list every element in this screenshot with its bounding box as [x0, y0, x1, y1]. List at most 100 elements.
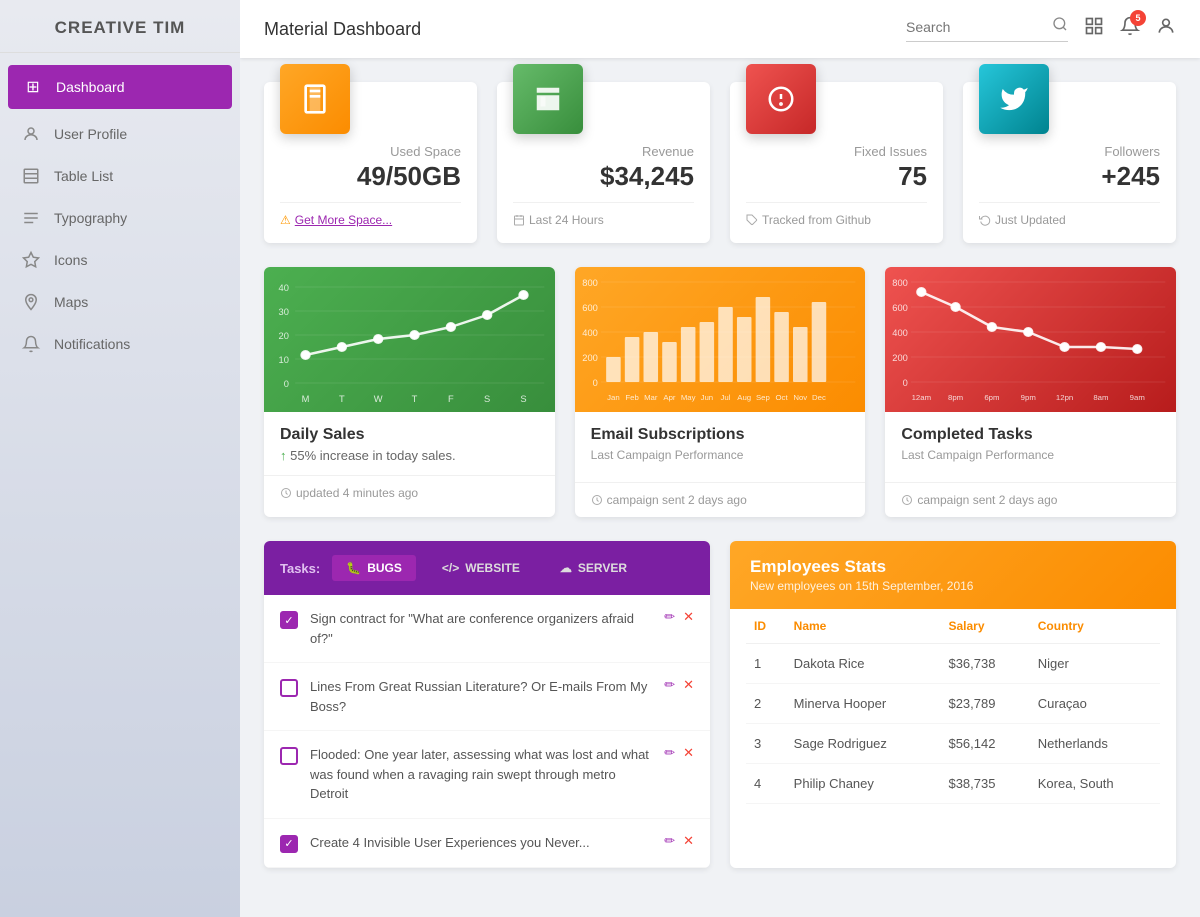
col-id: ID: [746, 609, 786, 644]
svg-text:S: S: [484, 394, 490, 404]
search-icon[interactable]: [1052, 16, 1068, 37]
task-actions-4: ✏ ✕: [664, 833, 694, 849]
user-avatar-icon[interactable]: [1156, 16, 1176, 42]
revenue-value: $34,245: [513, 161, 694, 192]
sidebar-item-maps[interactable]: Maps: [0, 281, 240, 323]
task-item: Sign contract for "What are conference o…: [264, 595, 710, 663]
task-delete-4[interactable]: ✕: [683, 833, 694, 849]
svg-text:T: T: [339, 394, 345, 404]
map-pin-icon: [20, 293, 42, 311]
employees-table: ID Name Salary Country 1 Dakota Rice $36…: [730, 609, 1176, 804]
svg-text:S: S: [520, 394, 526, 404]
table-icon: [20, 167, 42, 185]
notifications-icon[interactable]: 5: [1120, 16, 1140, 42]
completed-tasks-subtitle: Last Campaign Performance: [901, 448, 1160, 462]
svg-text:Aug: Aug: [737, 393, 751, 402]
task-edit-3[interactable]: ✏: [664, 745, 675, 761]
task-checkbox-4[interactable]: [280, 835, 298, 853]
svg-text:Apr: Apr: [663, 393, 676, 402]
tag-icon: [746, 214, 758, 226]
svg-text:200: 200: [893, 353, 909, 363]
sidebar-item-dashboard[interactable]: ⊞ Dashboard: [8, 65, 232, 109]
svg-text:Nov: Nov: [793, 393, 807, 402]
tasks-tab-website[interactable]: </> WEBSITE: [428, 555, 534, 581]
bottom-section: Tasks: 🐛 BUGS </> WEBSITE ☁ SERVER: [264, 541, 1176, 868]
task-edit-1[interactable]: ✏: [664, 609, 675, 625]
bug-icon: 🐛: [346, 561, 361, 575]
tasks-tab-bugs[interactable]: 🐛 BUGS: [332, 555, 416, 581]
svg-text:Mar: Mar: [644, 393, 658, 402]
svg-text:200: 200: [582, 353, 598, 363]
employees-subtitle: New employees on 15th September, 2016: [750, 579, 1156, 593]
grid-icon[interactable]: [1084, 16, 1104, 42]
cell-name: Philip Chaney: [786, 764, 941, 804]
sidebar-item-typography[interactable]: Typography: [0, 197, 240, 239]
email-sub-subtitle: Last Campaign Performance: [591, 448, 850, 462]
task-item: Create 4 Invisible User Experiences you …: [264, 819, 710, 868]
task-delete-1[interactable]: ✕: [683, 609, 694, 625]
task-text-2: Lines From Great Russian Literature? Or …: [310, 677, 652, 716]
fixed-issues-footer: Tracked from Github: [746, 202, 927, 227]
svg-text:May: May: [680, 393, 695, 402]
svg-text:0: 0: [592, 378, 597, 388]
sidebar-item-label: Notifications: [54, 336, 130, 352]
cell-country: Curaçao: [1030, 684, 1160, 724]
task-checkbox-3[interactable]: [280, 747, 298, 765]
stat-cards-row: Used Space 49/50GB ⚠ Get More Space... R…: [264, 82, 1176, 243]
daily-sales-chart: 40 30 20 10 0: [264, 267, 555, 412]
svg-text:12pn: 12pn: [1056, 393, 1073, 402]
dashboard-icon: ⊞: [22, 77, 44, 97]
table-row: 1 Dakota Rice $36,738 Niger: [746, 644, 1160, 684]
task-edit-4[interactable]: ✏: [664, 833, 675, 849]
task-edit-2[interactable]: ✏: [664, 677, 675, 693]
followers-value: +245: [979, 161, 1160, 192]
task-item: Lines From Great Russian Literature? Or …: [264, 663, 710, 731]
svg-text:Oct: Oct: [775, 393, 788, 402]
cell-country: Korea, South: [1030, 764, 1160, 804]
col-name: Name: [786, 609, 941, 644]
tasks-tab-server[interactable]: ☁ SERVER: [546, 555, 641, 581]
svg-text:10: 10: [279, 355, 289, 365]
sidebar-item-label: User Profile: [54, 126, 127, 142]
col-salary: Salary: [940, 609, 1029, 644]
used-space-value: 49/50GB: [280, 161, 461, 192]
svg-text:400: 400: [582, 328, 598, 338]
revenue-icon: [513, 64, 583, 134]
cell-id: 2: [746, 684, 786, 724]
svg-text:F: F: [448, 394, 454, 404]
task-delete-3[interactable]: ✕: [683, 745, 694, 761]
task-delete-2[interactable]: ✕: [683, 677, 694, 693]
task-text-4: Create 4 Invisible User Experiences you …: [310, 833, 652, 853]
cell-id: 4: [746, 764, 786, 804]
sidebar-item-icons[interactable]: Icons: [0, 239, 240, 281]
cell-id: 3: [746, 724, 786, 764]
svg-text:9am: 9am: [1130, 393, 1145, 402]
search-input[interactable]: [906, 19, 1046, 35]
followers-footer: Just Updated: [979, 202, 1160, 227]
revenue-footer-text: Last 24 Hours: [529, 213, 604, 227]
sidebar-item-user-profile[interactable]: User Profile: [0, 113, 240, 155]
sidebar-item-notifications[interactable]: Notifications: [0, 323, 240, 365]
svg-text:Dec: Dec: [812, 393, 826, 402]
sidebar-item-table-list[interactable]: Table List: [0, 155, 240, 197]
svg-text:Jan: Jan: [607, 393, 620, 402]
sidebar: CREATIVE TIM ⊞ Dashboard User Profile Ta…: [0, 0, 240, 917]
get-more-space-link[interactable]: Get More Space...: [295, 213, 392, 227]
svg-text:M: M: [302, 394, 310, 404]
svg-text:600: 600: [893, 303, 909, 313]
task-text-3: Flooded: One year later, assessing what …: [310, 745, 652, 804]
svg-text:9pm: 9pm: [1021, 393, 1036, 402]
task-item: Flooded: One year later, assessing what …: [264, 731, 710, 819]
clock-icon: [591, 494, 603, 506]
refresh-icon: [979, 214, 991, 226]
user-icon: [20, 125, 42, 143]
fixed-issues-icon: [746, 64, 816, 134]
svg-text:20: 20: [279, 331, 289, 341]
task-checkbox-2[interactable]: [280, 679, 298, 697]
chart-card-email-subscriptions: 800 600 400 200 0: [575, 267, 866, 517]
task-checkbox-1[interactable]: [280, 611, 298, 629]
main-content: Material Dashboard 5: [240, 0, 1200, 917]
cell-salary: $36,738: [940, 644, 1029, 684]
svg-text:800: 800: [582, 278, 598, 288]
tasks-card: Tasks: 🐛 BUGS </> WEBSITE ☁ SERVER: [264, 541, 710, 868]
